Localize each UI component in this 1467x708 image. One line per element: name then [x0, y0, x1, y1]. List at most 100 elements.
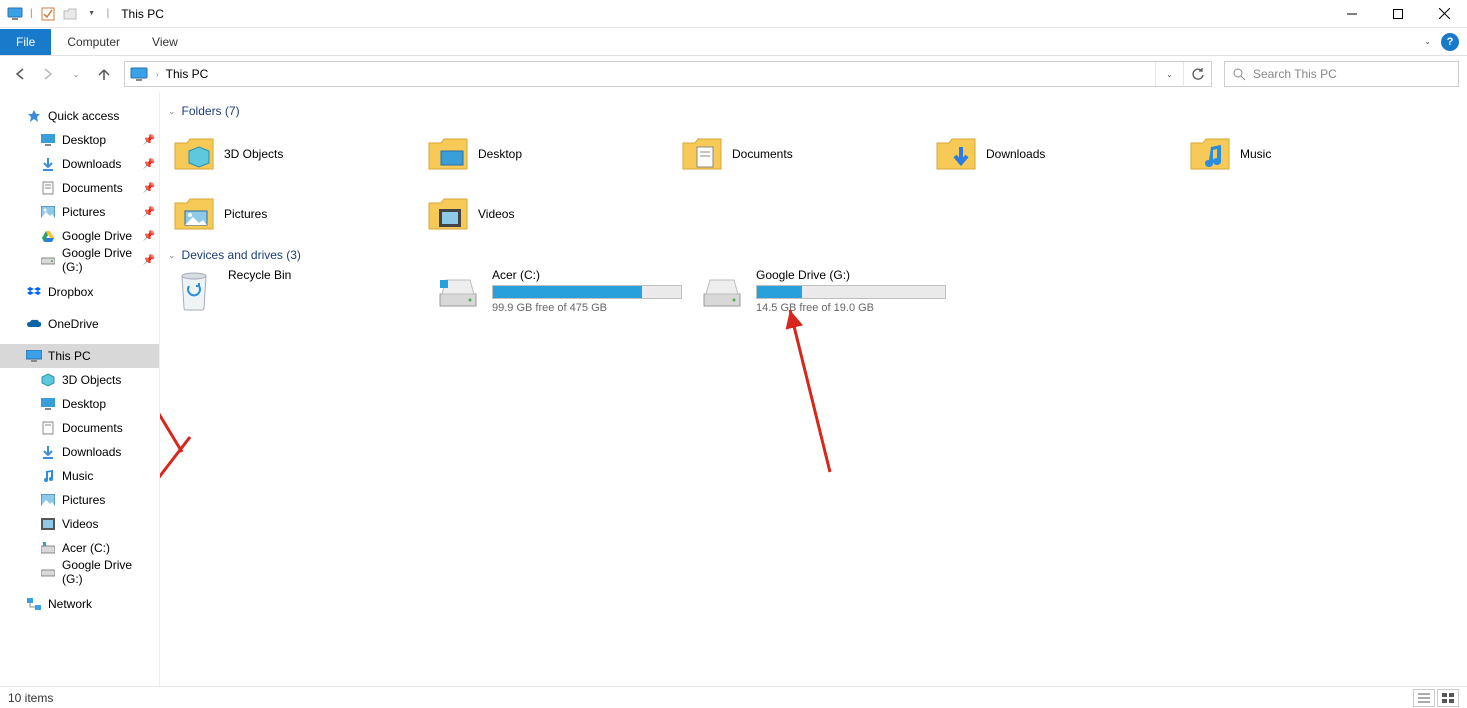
folder-icon	[172, 192, 216, 236]
sidebar-onedrive[interactable]: OneDrive	[0, 312, 159, 336]
qat-separator-2: |	[105, 8, 112, 19]
sidebar-item-desktop[interactable]: Desktop📌	[0, 128, 159, 152]
folder-icon	[426, 192, 470, 236]
sidebar-item-documents[interactable]: Documents📌	[0, 176, 159, 200]
nav-back-button[interactable]	[8, 62, 32, 86]
properties-qat-icon[interactable]	[39, 5, 57, 23]
content-pane: ⌄ Folders (7) 3D Objects Desktop Documen…	[160, 92, 1467, 686]
google-drive-icon	[40, 228, 56, 244]
dropbox-icon	[26, 284, 42, 300]
address-bar[interactable]: › This PC ⌄	[124, 61, 1212, 87]
this-pc-qat-icon[interactable]	[6, 5, 24, 23]
drive-acer-c[interactable]: Acer (C:) 99.9 GB free of 475 GB	[436, 268, 690, 314]
sidebar-network[interactable]: Network	[0, 592, 159, 616]
pictures-icon	[40, 492, 56, 508]
drive-recycle-bin[interactable]: Recycle Bin	[172, 268, 426, 314]
tab-computer[interactable]: Computer	[51, 29, 136, 55]
folders-grid: 3D Objects Desktop Documents Downloads M…	[164, 124, 1463, 244]
status-bar: 10 items	[0, 686, 1467, 708]
sidebar-item-pictures[interactable]: Pictures📌	[0, 200, 159, 224]
sidebar-pc-documents[interactable]: Documents	[0, 416, 159, 440]
desktop-icon	[40, 132, 56, 148]
videos-icon	[40, 516, 56, 532]
pictures-icon	[40, 204, 56, 220]
sidebar-quick-access[interactable]: Quick access	[0, 104, 159, 128]
annotation-arrow-2	[160, 432, 215, 562]
view-details-button[interactable]	[1413, 689, 1435, 707]
chevron-down-icon: ⌄	[168, 250, 176, 261]
refresh-button[interactable]	[1183, 62, 1211, 86]
nav-forward-button[interactable]	[36, 62, 60, 86]
sidebar-dropbox[interactable]: Dropbox	[0, 280, 159, 304]
tab-file[interactable]: File	[0, 29, 51, 55]
annotation-arrow-3	[770, 302, 850, 482]
folder-icon	[426, 132, 470, 176]
ribbon-expand-icon[interactable]: ⌄	[1424, 37, 1431, 46]
group-folders-header[interactable]: ⌄ Folders (7)	[164, 100, 1463, 124]
search-box[interactable]	[1224, 61, 1459, 87]
sidebar-pc-downloads[interactable]: Downloads	[0, 440, 159, 464]
folder-pictures[interactable]: Pictures	[172, 184, 426, 244]
sidebar-label: Quick access	[48, 109, 119, 123]
sidebar-pc-3dobjects[interactable]: 3D Objects	[0, 368, 159, 392]
local-disk-icon	[436, 268, 480, 312]
folder-3d-objects[interactable]: 3D Objects	[172, 124, 426, 184]
group-drives-header[interactable]: ⌄ Devices and drives (3)	[164, 244, 1463, 268]
pin-icon: 📌	[143, 159, 155, 170]
address-text[interactable]: This PC	[162, 67, 1155, 81]
sidebar-pc-acer-c[interactable]: Acer (C:)	[0, 536, 159, 560]
sidebar-item-google-drive-g[interactable]: Google Drive (G:)📌	[0, 248, 159, 272]
local-disk-icon	[40, 540, 56, 556]
sidebar-pc-desktop[interactable]: Desktop	[0, 392, 159, 416]
nav-up-button[interactable]	[92, 62, 116, 86]
drive-icon	[40, 564, 56, 580]
pin-icon: 📌	[143, 183, 155, 194]
sidebar-pc-videos[interactable]: Videos	[0, 512, 159, 536]
address-this-pc-icon	[125, 67, 153, 81]
address-history-dropdown[interactable]: ⌄	[1155, 62, 1183, 86]
music-icon	[40, 468, 56, 484]
folder-documents[interactable]: Documents	[680, 124, 934, 184]
drive-icon	[700, 268, 744, 312]
qat-separator: |	[28, 8, 35, 19]
folder-downloads[interactable]: Downloads	[934, 124, 1188, 184]
new-folder-qat-icon[interactable]	[61, 5, 79, 23]
search-input[interactable]	[1253, 67, 1458, 81]
sidebar-pc-music[interactable]: Music	[0, 464, 159, 488]
sidebar-pc-pictures[interactable]: Pictures	[0, 488, 159, 512]
address-crumb-chev-icon[interactable]: ›	[153, 70, 162, 79]
quick-access-toolbar: | ▼ | This PC	[0, 5, 164, 23]
sidebar-pc-google-drive-g[interactable]: Google Drive (G:)	[0, 560, 159, 584]
nav-recent-dropdown[interactable]: ⌄	[64, 62, 88, 86]
documents-icon	[40, 420, 56, 436]
onedrive-cloud-icon	[26, 316, 42, 332]
close-button[interactable]	[1421, 0, 1467, 28]
qat-dropdown-icon[interactable]: ▼	[83, 5, 101, 23]
pin-icon: 📌	[143, 207, 155, 218]
window-title: This PC	[115, 7, 164, 21]
3d-objects-icon	[40, 372, 56, 388]
help-icon[interactable]: ?	[1441, 33, 1459, 51]
view-large-icons-button[interactable]	[1437, 689, 1459, 707]
status-item-count: 10 items	[8, 691, 53, 705]
folder-music[interactable]: Music	[1188, 124, 1442, 184]
pin-icon: 📌	[143, 255, 155, 266]
minimize-button[interactable]	[1329, 0, 1375, 28]
tab-view[interactable]: View	[136, 29, 194, 55]
chevron-down-icon: ⌄	[168, 106, 176, 117]
maximize-button[interactable]	[1375, 0, 1421, 28]
sidebar-item-google-drive[interactable]: Google Drive📌	[0, 224, 159, 248]
drive-google-drive-g[interactable]: Google Drive (G:) 14.5 GB free of 19.0 G…	[700, 268, 954, 314]
downloads-icon	[40, 156, 56, 172]
pin-icon: 📌	[143, 231, 155, 242]
folder-icon	[680, 132, 724, 176]
folder-desktop[interactable]: Desktop	[426, 124, 680, 184]
sidebar-this-pc[interactable]: This PC	[0, 344, 159, 368]
drive-usage-bar	[492, 285, 682, 299]
sidebar-item-downloads[interactable]: Downloads📌	[0, 152, 159, 176]
folder-videos[interactable]: Videos	[426, 184, 680, 244]
downloads-icon	[40, 444, 56, 460]
desktop-icon	[40, 396, 56, 412]
recycle-bin-icon	[172, 268, 216, 312]
this-pc-icon	[26, 348, 42, 364]
